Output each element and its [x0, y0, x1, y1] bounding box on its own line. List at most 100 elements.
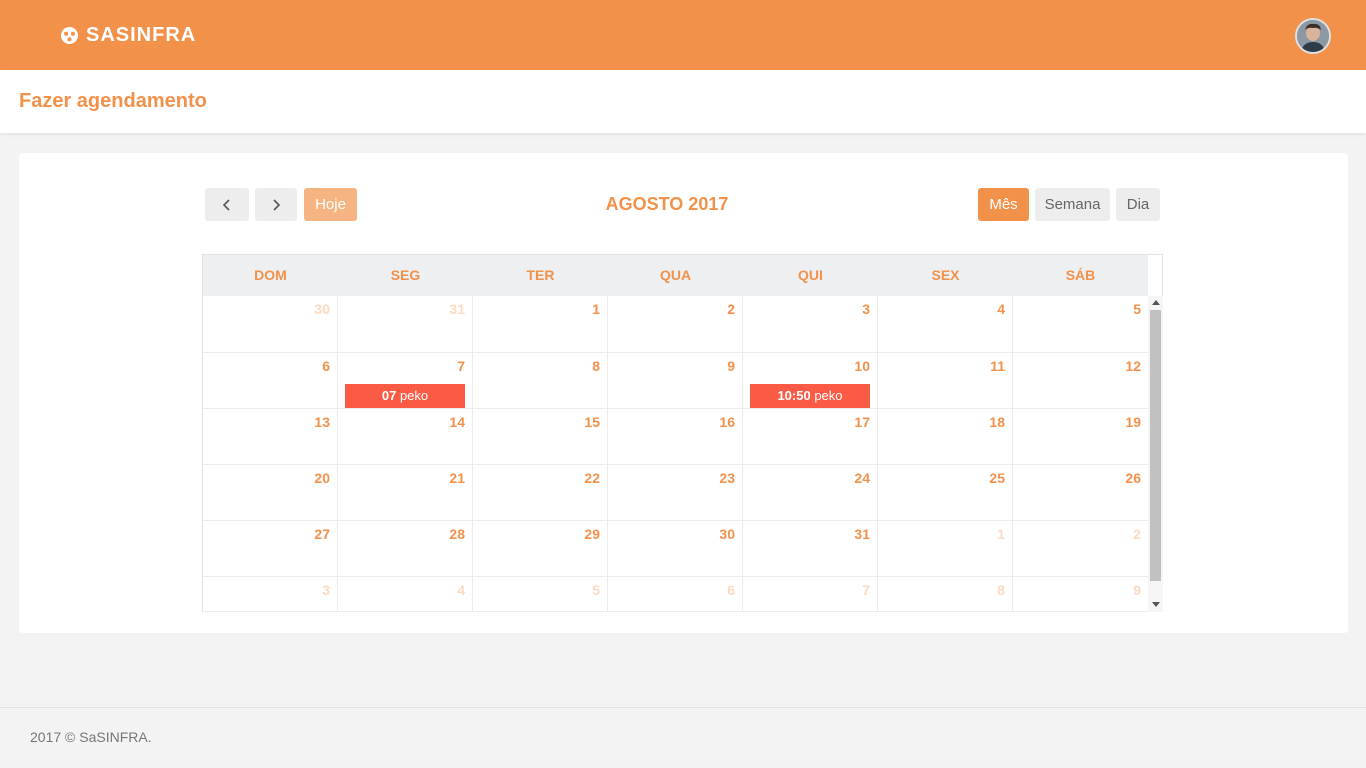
- day-number[interactable]: 13: [314, 414, 330, 430]
- view-week-button[interactable]: Semana: [1035, 188, 1110, 221]
- day-cell[interactable]: 6: [203, 353, 338, 408]
- day-number[interactable]: 3: [862, 301, 870, 317]
- prev-month-button[interactable]: [205, 188, 249, 221]
- next-month-button[interactable]: [255, 188, 297, 221]
- day-cell[interactable]: 24: [743, 465, 878, 520]
- day-number[interactable]: 27: [314, 526, 330, 542]
- user-avatar[interactable]: [1295, 18, 1331, 54]
- day-cell[interactable]: 1: [473, 296, 608, 352]
- day-number[interactable]: 16: [719, 414, 735, 430]
- day-number[interactable]: 10: [854, 358, 870, 374]
- day-number[interactable]: 17: [854, 414, 870, 430]
- view-day-button[interactable]: Dia: [1116, 188, 1160, 221]
- day-number[interactable]: 31: [854, 526, 870, 542]
- scrollbar-thumb[interactable]: [1150, 310, 1161, 581]
- day-cell[interactable]: 26: [1013, 465, 1148, 520]
- calendar-scrollbar[interactable]: [1148, 296, 1163, 612]
- day-cell[interactable]: 23: [608, 465, 743, 520]
- day-number[interactable]: 5: [1133, 301, 1141, 317]
- day-number[interactable]: 29: [584, 526, 600, 542]
- day-number[interactable]: 22: [584, 470, 600, 486]
- day-number[interactable]: 2: [727, 301, 735, 317]
- day-cell-other-month[interactable]: 7: [743, 577, 878, 611]
- day-cell[interactable]: 20: [203, 465, 338, 520]
- day-cell[interactable]: 2: [608, 296, 743, 352]
- scroll-down-icon[interactable]: [1152, 602, 1160, 607]
- day-number[interactable]: 11: [990, 358, 1005, 374]
- day-number[interactable]: 1: [997, 526, 1005, 542]
- day-number[interactable]: 19: [1125, 414, 1141, 430]
- day-cell[interactable]: 19: [1013, 409, 1148, 464]
- day-number[interactable]: 8: [592, 358, 600, 374]
- day-cell-other-month[interactable]: 9: [1013, 577, 1148, 611]
- day-cell[interactable]: 8: [473, 353, 608, 408]
- view-month-button[interactable]: Mês: [978, 188, 1029, 221]
- day-cell[interactable]: 13: [203, 409, 338, 464]
- day-number[interactable]: 9: [727, 358, 735, 374]
- day-cell[interactable]: 28: [338, 521, 473, 576]
- day-number[interactable]: 20: [314, 470, 330, 486]
- day-number[interactable]: 8: [997, 582, 1005, 598]
- day-number[interactable]: 18: [989, 414, 1005, 430]
- day-cell[interactable]: 31: [743, 521, 878, 576]
- day-number[interactable]: 7: [862, 582, 870, 598]
- calendar-event[interactable]: 07 peko: [345, 384, 465, 408]
- day-number[interactable]: 4: [457, 582, 465, 598]
- day-number[interactable]: 30: [314, 301, 330, 317]
- day-number[interactable]: 2: [1133, 526, 1141, 542]
- day-cell[interactable]: 12: [1013, 353, 1148, 408]
- day-cell-other-month[interactable]: 8: [878, 577, 1013, 611]
- day-number[interactable]: 4: [997, 301, 1005, 317]
- day-number[interactable]: 28: [449, 526, 465, 542]
- day-number[interactable]: 24: [854, 470, 870, 486]
- day-cell-other-month[interactable]: 5: [473, 577, 608, 611]
- day-number[interactable]: 15: [584, 414, 600, 430]
- day-cell[interactable]: 11: [878, 353, 1013, 408]
- day-cell[interactable]: 27: [203, 521, 338, 576]
- day-number[interactable]: 12: [1125, 358, 1141, 374]
- day-cell[interactable]: 7 07 peko: [338, 353, 473, 408]
- scroll-up-icon[interactable]: [1152, 300, 1160, 305]
- day-cell[interactable]: 25: [878, 465, 1013, 520]
- calendar-title: AGOSTO 2017: [605, 194, 729, 214]
- day-cell-other-month[interactable]: 2: [1013, 521, 1148, 576]
- day-cell-other-month[interactable]: 3: [203, 577, 338, 611]
- day-cell-other-month[interactable]: 30: [203, 296, 338, 352]
- day-cell-other-month[interactable]: 31: [338, 296, 473, 352]
- day-number[interactable]: 1: [592, 301, 600, 317]
- brand-logo[interactable]: SASINFRA: [61, 24, 196, 47]
- day-number[interactable]: 7: [457, 358, 465, 374]
- day-cell[interactable]: 21: [338, 465, 473, 520]
- day-number[interactable]: 6: [727, 582, 735, 598]
- day-number[interactable]: 30: [719, 526, 735, 542]
- day-cell[interactable]: 29: [473, 521, 608, 576]
- day-number[interactable]: 21: [449, 470, 465, 486]
- day-cell[interactable]: 22: [473, 465, 608, 520]
- day-number[interactable]: 5: [592, 582, 600, 598]
- today-button[interactable]: Hoje: [304, 188, 357, 221]
- day-cell-other-month[interactable]: 6: [608, 577, 743, 611]
- day-cell[interactable]: 9: [608, 353, 743, 408]
- day-number[interactable]: 23: [719, 470, 735, 486]
- calendar-event[interactable]: 10:50 peko: [750, 384, 870, 408]
- day-cell[interactable]: 3: [743, 296, 878, 352]
- day-cell-other-month[interactable]: 4: [338, 577, 473, 611]
- day-names-row: DOM SEG TER QUA QUI SEX SÁB: [203, 255, 1148, 296]
- day-number[interactable]: 14: [449, 414, 465, 430]
- day-number[interactable]: 31: [449, 301, 465, 317]
- day-cell-other-month[interactable]: 1: [878, 521, 1013, 576]
- day-number[interactable]: 26: [1125, 470, 1141, 486]
- day-cell[interactable]: 5: [1013, 296, 1148, 352]
- day-number[interactable]: 9: [1133, 582, 1141, 598]
- day-number[interactable]: 25: [989, 470, 1005, 486]
- day-cell[interactable]: 18: [878, 409, 1013, 464]
- day-cell[interactable]: 16: [608, 409, 743, 464]
- day-number[interactable]: 6: [322, 358, 330, 374]
- day-number[interactable]: 3: [322, 582, 330, 598]
- day-cell[interactable]: 17: [743, 409, 878, 464]
- day-cell[interactable]: 14: [338, 409, 473, 464]
- day-cell[interactable]: 10 10:50 peko: [743, 353, 878, 408]
- day-cell[interactable]: 30: [608, 521, 743, 576]
- day-cell[interactable]: 15: [473, 409, 608, 464]
- day-cell[interactable]: 4: [878, 296, 1013, 352]
